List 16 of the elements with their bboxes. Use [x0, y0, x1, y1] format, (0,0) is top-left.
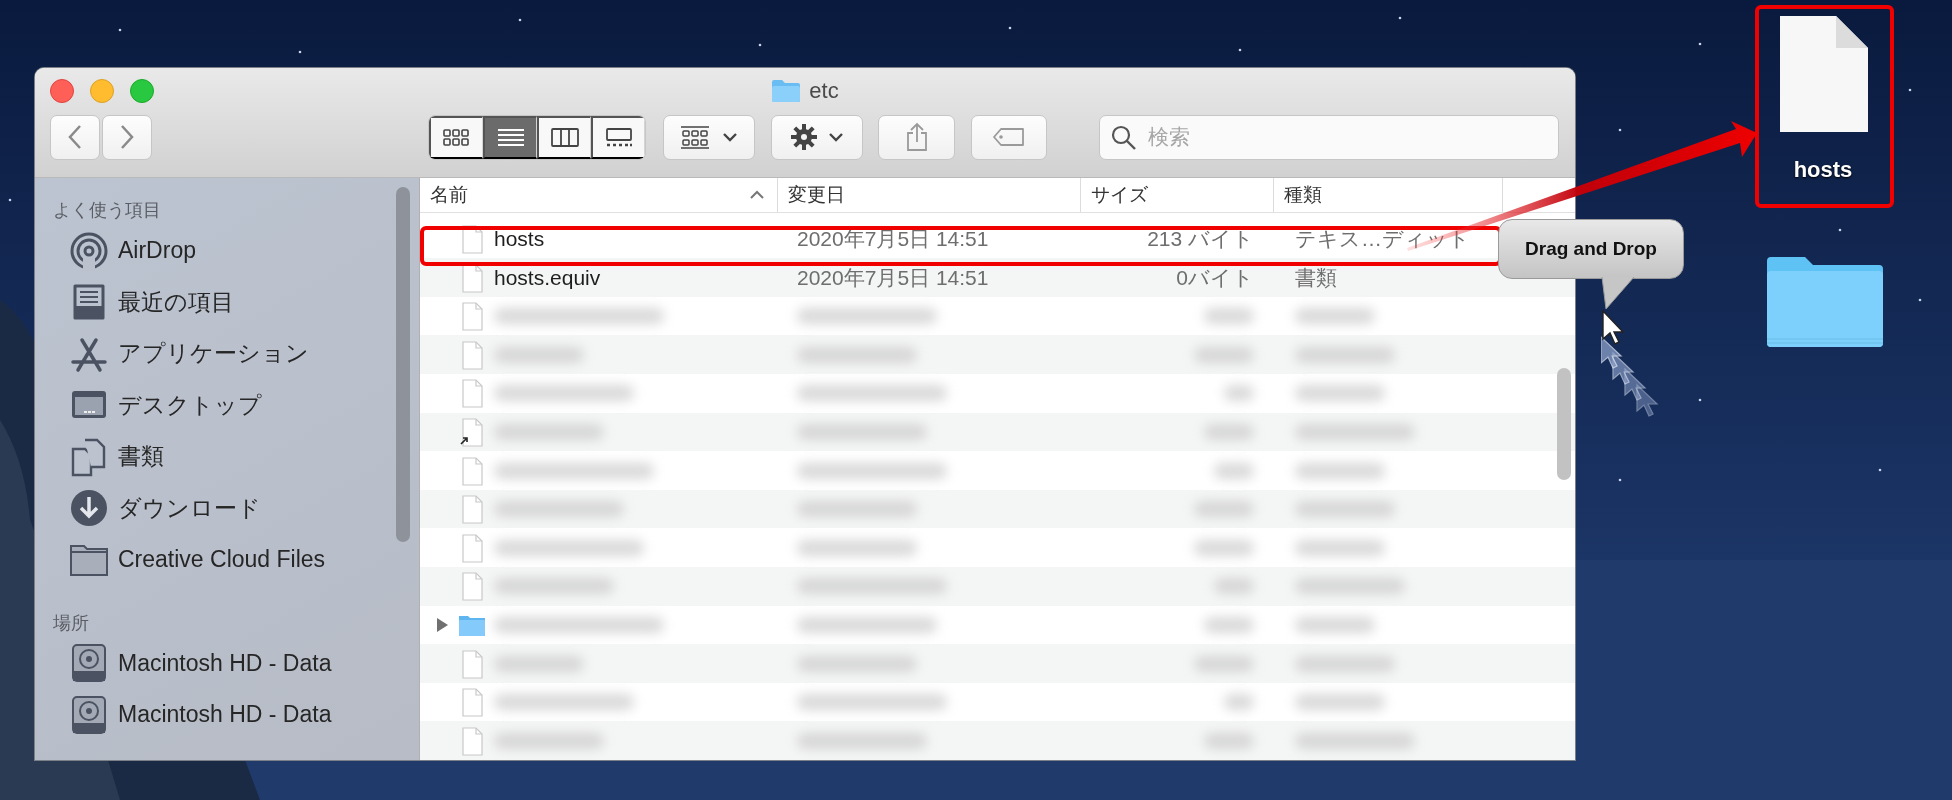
file-name: hosts.equiv	[494, 265, 601, 290]
column-label: 変更日	[788, 182, 845, 207]
date-modified: 2020年7月5日 14:51	[797, 265, 989, 289]
file-type: テキス…ディット	[1295, 227, 1470, 250]
file-type: 書類	[1295, 265, 1337, 289]
file-size: 213 バイト	[1147, 226, 1254, 252]
date-modified: 2020年7月5日 14:51	[797, 227, 989, 250]
column-label: 種類	[1284, 182, 1322, 207]
section-heading: よく使う項目	[52, 199, 162, 222]
file-name: hosts	[494, 227, 545, 251]
column-label: サイズ	[1091, 182, 1148, 207]
section-heading: 場所	[52, 611, 90, 635]
column-label: 名前	[430, 182, 468, 207]
window-title: etc	[809, 78, 839, 104]
file-size: 0バイト	[1176, 264, 1254, 291]
drag-tooltip: Drag and Drop	[1498, 219, 1684, 279]
